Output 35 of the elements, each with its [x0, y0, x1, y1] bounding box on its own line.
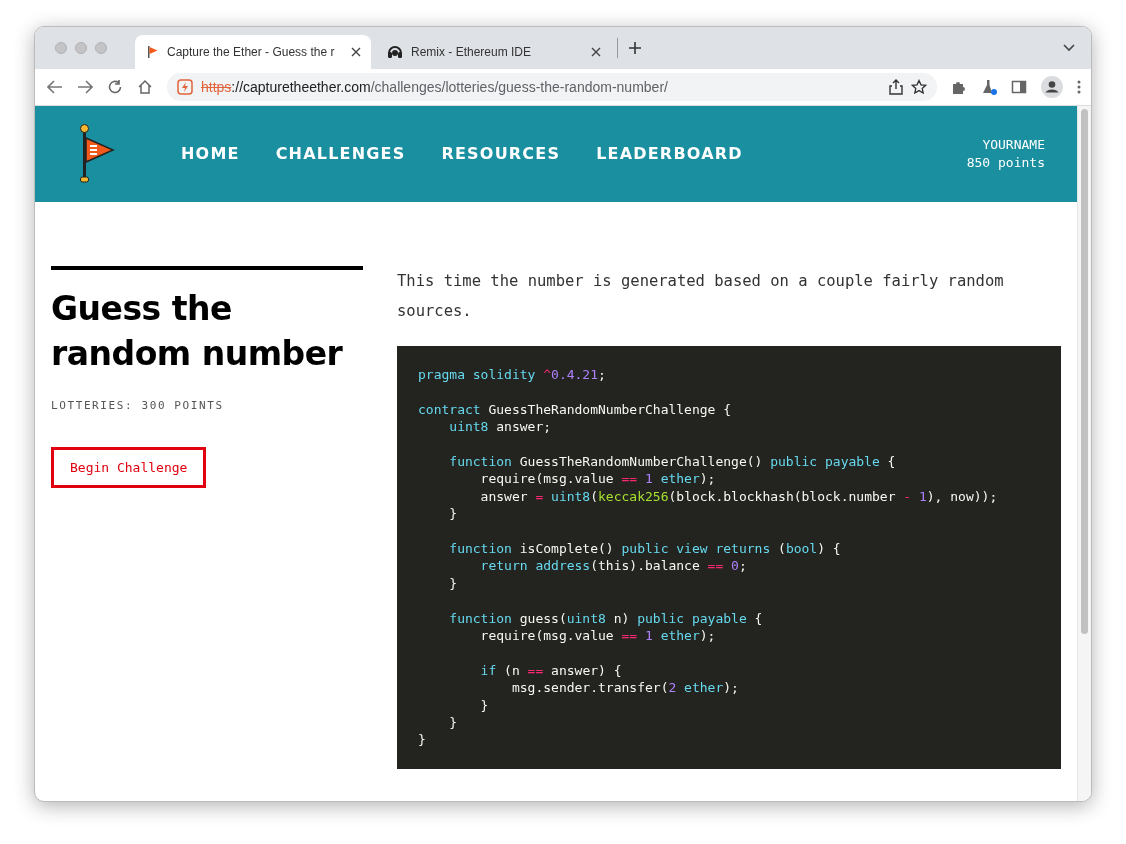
forward-icon[interactable]	[77, 79, 93, 95]
share-icon[interactable]	[889, 79, 903, 95]
back-icon[interactable]	[47, 79, 63, 95]
close-icon[interactable]	[351, 47, 361, 57]
address-bar[interactable]: https://capturetheether.com/challenges/lotteries/guess-the-random-number/	[167, 73, 937, 101]
browser-tab[interactable]: Capture the Ether - Guess the r	[135, 35, 371, 69]
nav-link[interactable]: RESOURCES	[441, 142, 561, 166]
challenge-category: LOTTERIES: 300 POINTS	[51, 398, 225, 414]
nav-link[interactable]: HOME	[181, 142, 240, 166]
sidebar-icon[interactable]	[1011, 79, 1027, 95]
url-text: https://capturetheether.com/challenges/lotteries/guess-the-random-number/	[201, 77, 668, 97]
nav-link[interactable]: CHALLENGES	[275, 142, 406, 166]
chevron-down-icon[interactable]	[1063, 44, 1075, 52]
headset-icon	[387, 45, 403, 59]
home-icon[interactable]	[137, 79, 153, 95]
username: YOURNAME	[981, 136, 1045, 154]
flask-icon[interactable]	[981, 79, 997, 95]
challenge-title: Guess the random number	[51, 288, 344, 375]
menu-icon[interactable]	[1077, 79, 1081, 95]
star-icon[interactable]	[911, 79, 927, 95]
intro-text: This time the number is generated based on a couple fairly random sources.	[397, 271, 1005, 322]
browser-tab[interactable]: Remix - Ethereum IDE	[375, 35, 611, 69]
scrollbar-thumb[interactable]	[1081, 109, 1088, 634]
new-tab-icon[interactable]	[628, 41, 642, 55]
flag-icon	[147, 45, 159, 59]
reload-icon[interactable]	[107, 79, 123, 95]
nav-link[interactable]: LEADERBOARD	[596, 142, 743, 166]
profile-icon[interactable]	[1041, 76, 1063, 98]
user-points: 850 points	[966, 154, 1045, 172]
warning-icon[interactable]	[177, 79, 193, 95]
close-icon[interactable]	[591, 47, 601, 57]
flag-logo-icon[interactable]	[79, 124, 115, 184]
begin-challenge-button[interactable]: Begin Challenge	[51, 446, 207, 488]
code-block: pragma solidity ^0.4.21; contract GuessTheRandomNumberChallenge { uint8 answer; function GuessTheRandomNumberChallenge() public payable { require(msg.value == 1 ether); answer = uint8(keccak256(block.blockhash(block.number - 1), now)); } function isComplete() public view returns (bool) { return address(this).balance == 0; } function guess(uint8 n) public payable { require(msg.value == 1 ether); if (n == answer) { msg.sender.transfer(2 ether); } } }	[397, 346, 1061, 769]
puzzle-icon[interactable]	[951, 79, 967, 95]
